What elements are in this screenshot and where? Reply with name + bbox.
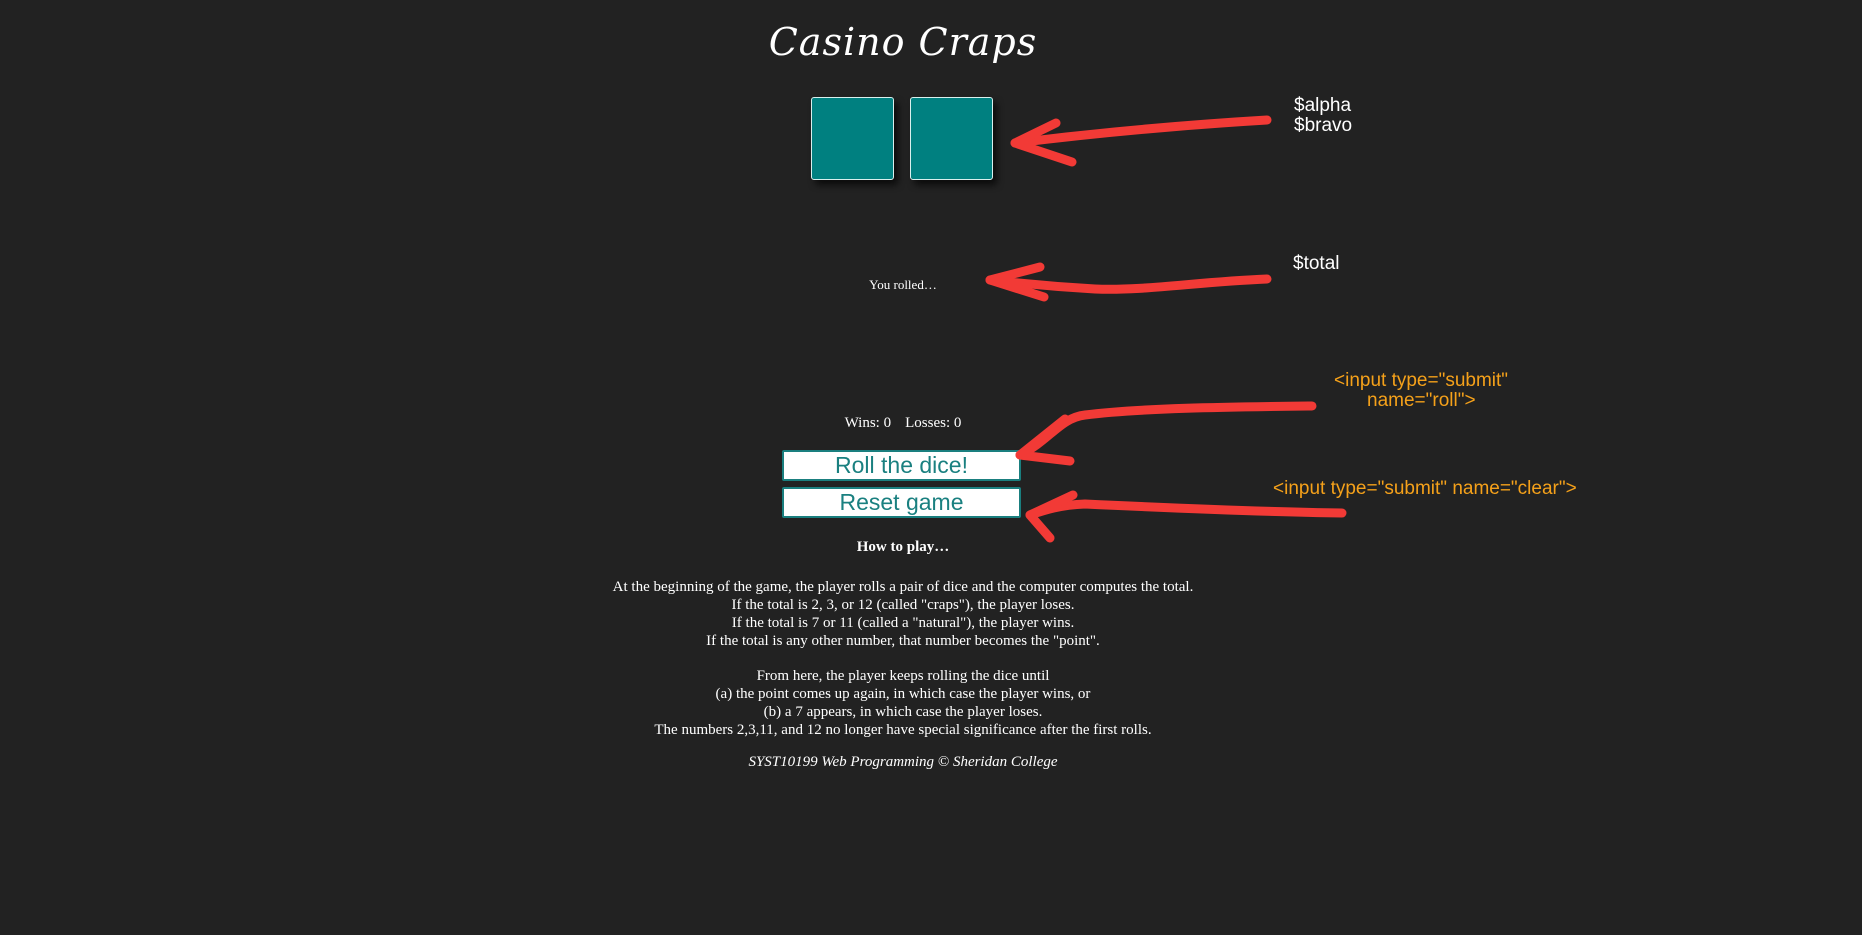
arrow-to-dice-head <box>1010 118 1077 167</box>
annotation-roll-input-line-2: name="roll"> <box>1367 390 1476 411</box>
how-to-play-heading: How to play… <box>856 539 950 555</box>
arrow-to-dice <box>1010 115 1272 148</box>
page-title: Casino Craps <box>768 20 1038 64</box>
losses-count: Losses: 0 <box>905 415 962 431</box>
rules-line: If the total is 7 or 11 (called a "natur… <box>731 615 1075 631</box>
rules-block-first-roll: At the beginning of the game, the player… <box>0 578 1806 650</box>
annotation-roll-input-line-1: <input type="submit" <box>1334 370 1509 391</box>
die-alpha <box>811 97 894 180</box>
rules-block-point: From here, the player keeps rolling the … <box>0 667 1806 739</box>
annotation-total-label: $total <box>1293 253 1340 274</box>
rules-line: (a) the point comes up again, in which c… <box>715 686 1091 702</box>
scoreboard: Wins: 0 Losses: 0 <box>0 415 1806 432</box>
annotation-clear-input: <input type="submit" name="clear"> <box>1273 478 1577 499</box>
annotation-alpha-label: $alpha <box>1294 95 1352 116</box>
rules-line: The numbers 2,3,11, and 12 no longer hav… <box>654 722 1152 738</box>
annotation-bravo-label: $bravo <box>1294 115 1353 136</box>
rules-line: From here, the player keeps rolling the … <box>756 668 1050 684</box>
rolled-result-text: You rolled… <box>869 277 937 292</box>
die-bravo <box>910 97 993 180</box>
reset-game-button[interactable]: Reset game <box>782 487 1021 518</box>
wins-count: Wins: 0 <box>844 415 892 431</box>
roll-dice-button[interactable]: Roll the dice! <box>782 450 1021 481</box>
rules-line: If the total is any other number, that n… <box>706 633 1100 649</box>
arrow-to-reset-button <box>1025 499 1347 520</box>
footer-copyright: SYST10199 Web Programming © Sheridan Col… <box>748 754 1058 770</box>
rules-line: If the total is 2, 3, or 12 (called "cra… <box>731 597 1075 613</box>
arrow-to-reset-button-head <box>1025 490 1078 543</box>
rules-line: At the beginning of the game, the player… <box>612 579 1194 595</box>
rules-line: (b) a 7 appears, in which case the playe… <box>763 704 1043 720</box>
